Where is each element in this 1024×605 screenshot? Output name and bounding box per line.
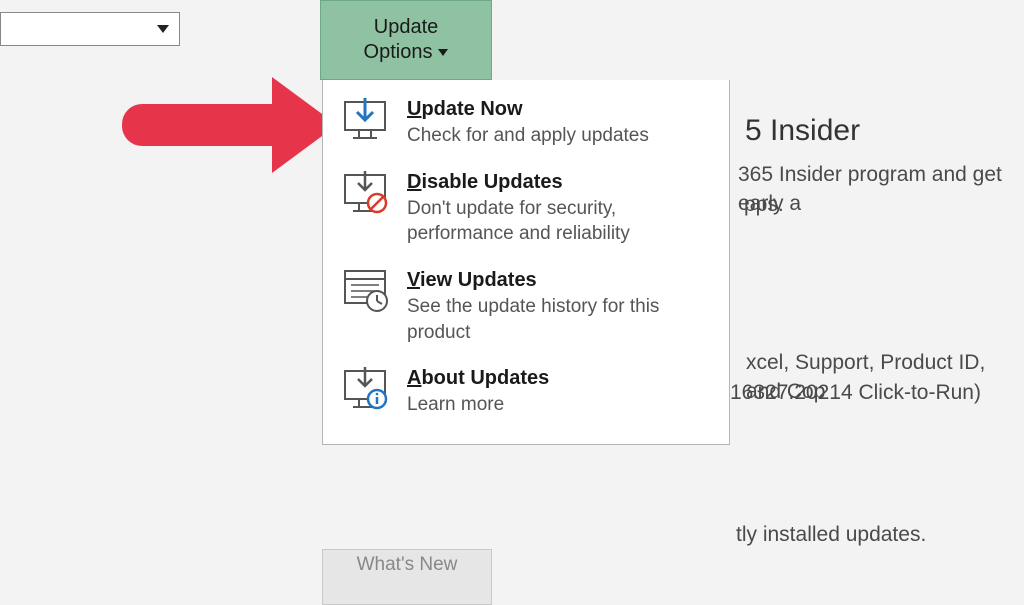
whats-new-label: What's New (357, 554, 458, 576)
bg-about-line2: 16327.20214 Click-to-Run) (730, 378, 981, 407)
menu-title-update-now: Update Now (407, 98, 715, 121)
menu-desc-view-updates: See the update history for this product (407, 294, 715, 345)
menu-item-disable-updates[interactable]: Disable Updates Don't update for securit… (323, 161, 729, 259)
menu-item-view-updates[interactable]: View Updates See the update history for … (323, 259, 729, 357)
update-now-icon (337, 96, 393, 144)
bg-insider-heading: 5 Insider (745, 110, 860, 152)
menu-desc-disable-updates: Don't update for security, performance a… (407, 196, 715, 247)
menu-item-about-updates[interactable]: About Updates Learn more (323, 357, 729, 430)
update-options-button[interactable]: Update Options (320, 0, 492, 80)
menu-title-view-updates: View Updates (407, 269, 715, 292)
about-updates-icon (337, 365, 393, 413)
caret-down-icon (157, 25, 169, 33)
top-dropdown[interactable] (0, 12, 180, 46)
menu-title-disable-updates: Disable Updates (407, 171, 715, 194)
menu-item-update-now[interactable]: Update Now Check for and apply updates (323, 88, 729, 161)
update-options-menu: Update Now Check for and apply updates D… (322, 80, 730, 445)
update-options-label-line1: Update (374, 15, 439, 40)
menu-desc-about-updates: Learn more (407, 392, 715, 418)
disable-updates-icon (337, 169, 393, 217)
whats-new-button[interactable]: What's New (322, 549, 492, 605)
bg-updates-line: tly installed updates. (736, 520, 926, 549)
chevron-down-icon (438, 49, 448, 56)
menu-title-about-updates: About Updates (407, 367, 715, 390)
bg-insider-line2: pps. (744, 190, 784, 219)
menu-desc-update-now: Check for and apply updates (407, 123, 715, 149)
update-options-label-line2: Options (364, 40, 433, 65)
view-updates-icon (337, 267, 393, 315)
